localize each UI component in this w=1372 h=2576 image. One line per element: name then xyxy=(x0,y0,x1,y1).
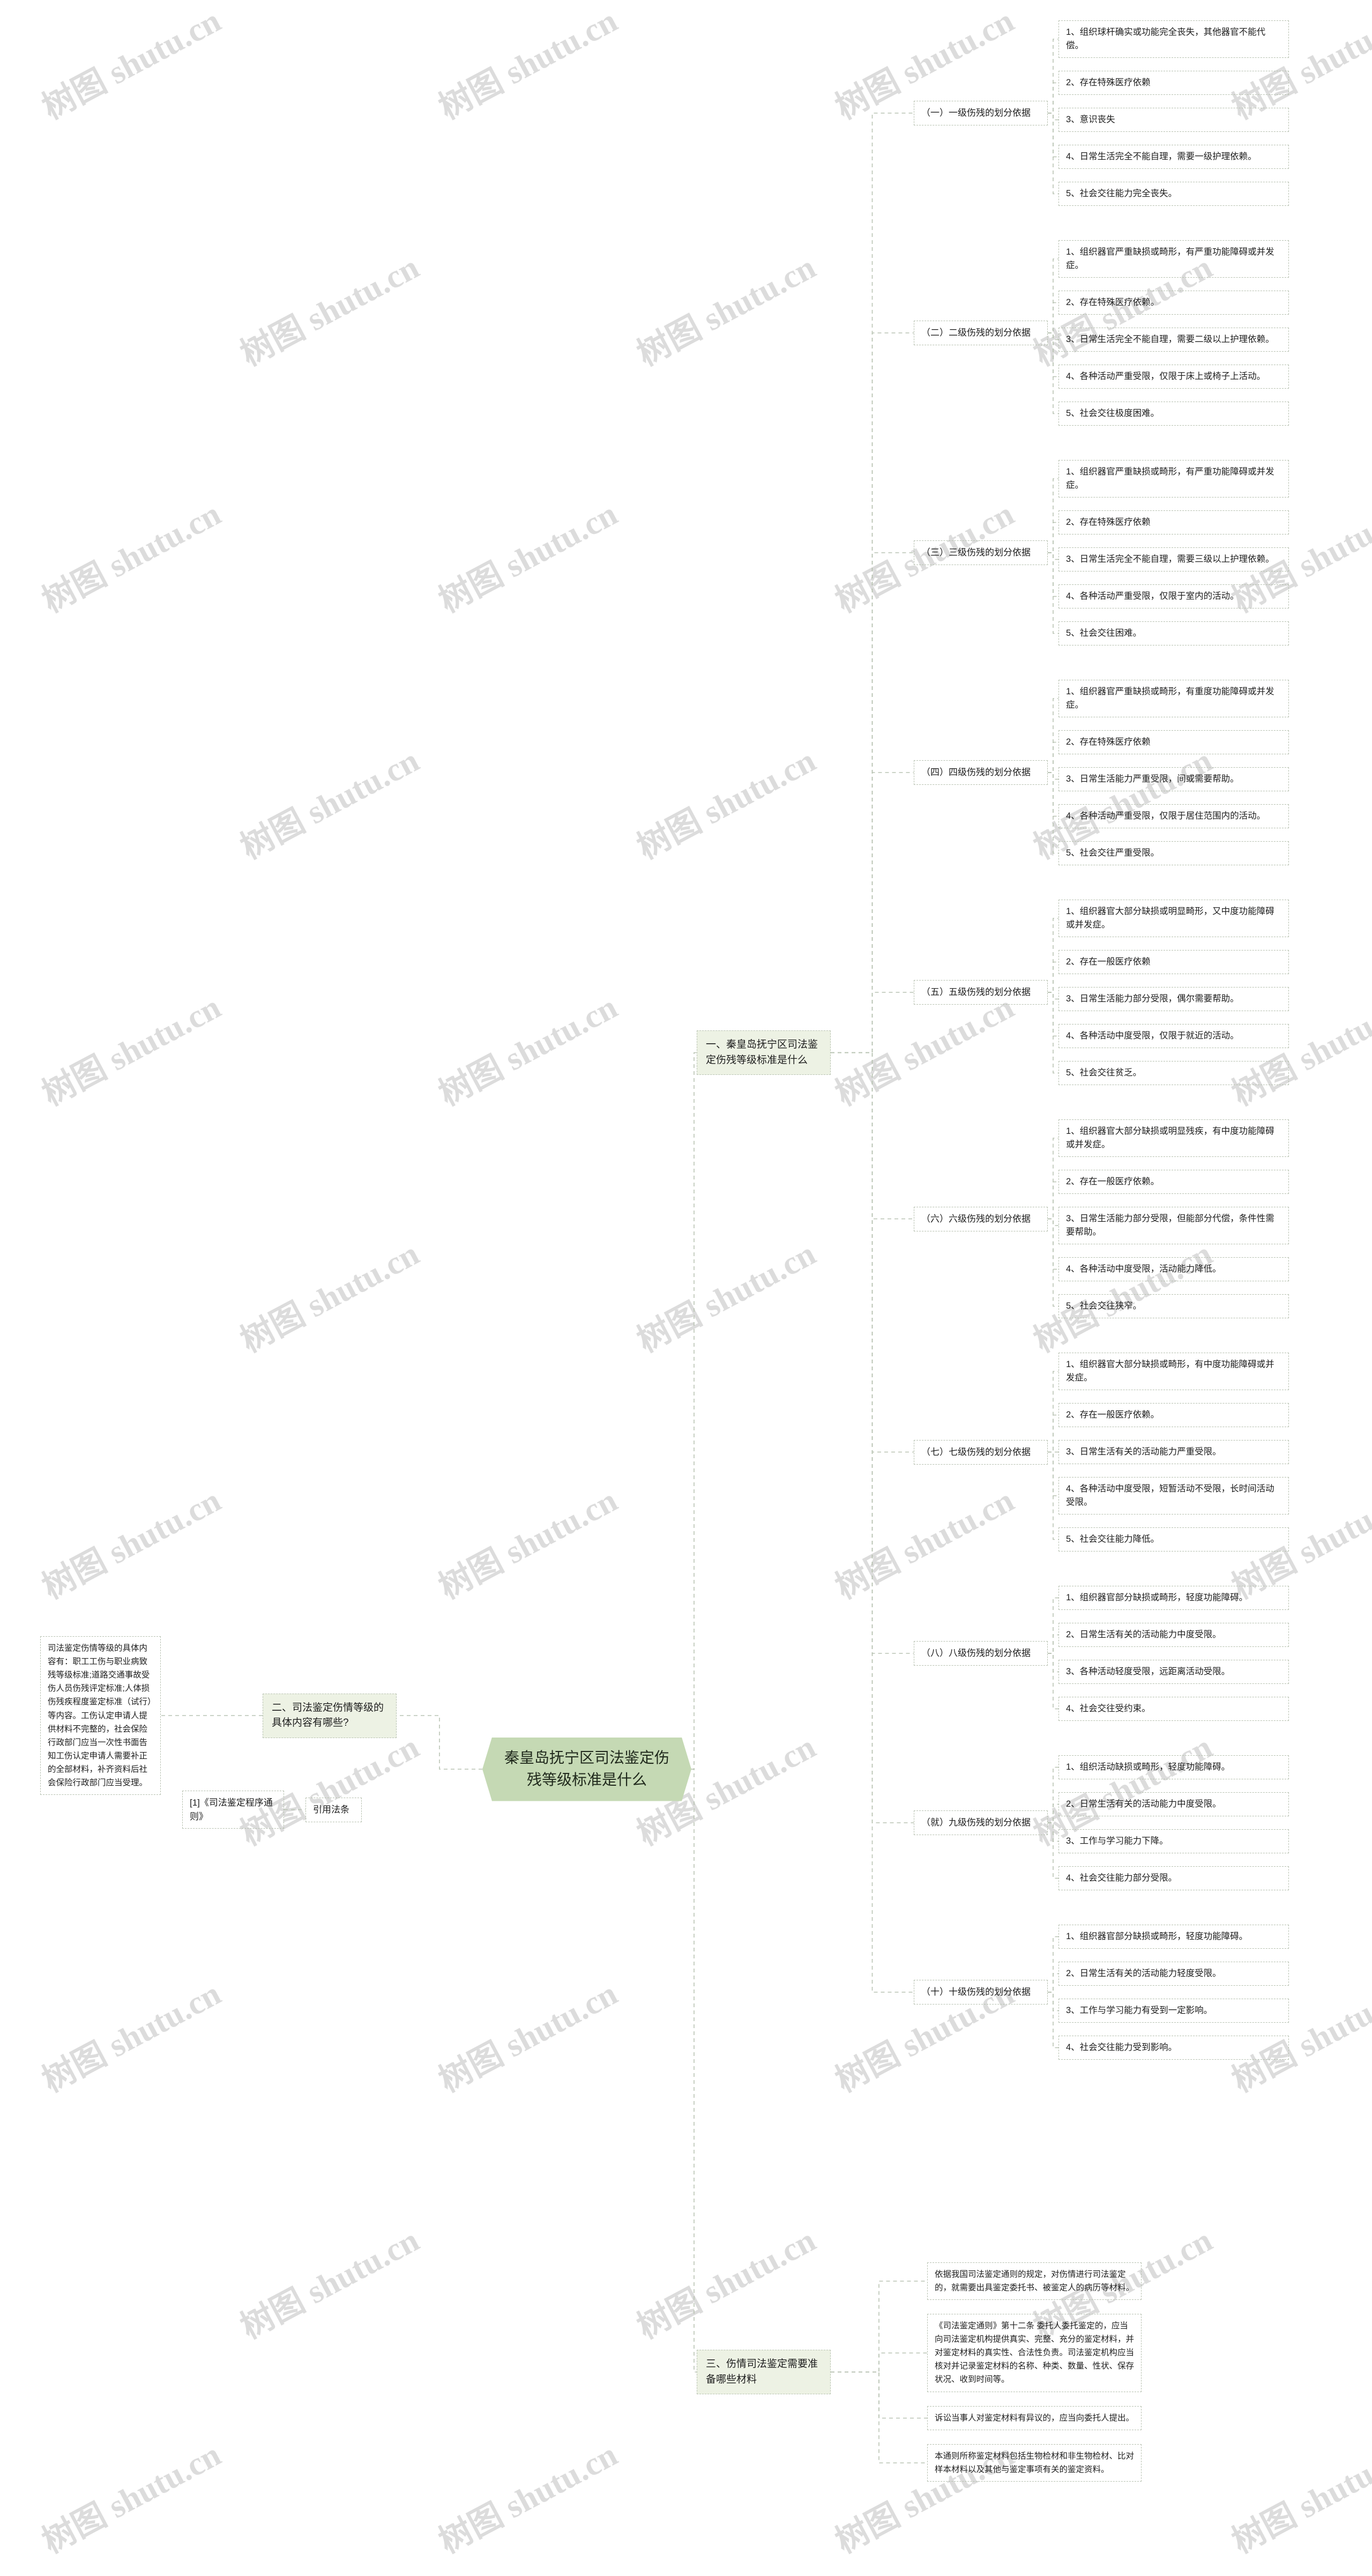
leaf-node[interactable]: 4、社会交往受约束。 xyxy=(1058,1697,1289,1721)
leaf-node[interactable]: 2、日常生活有关的活动能力轻度受限。 xyxy=(1058,1962,1289,1986)
material-node[interactable]: 诉讼当事人对鉴定材料有异议的，应当向委托人提出。 xyxy=(927,2406,1142,2430)
leaf-node[interactable]: 2、存在一般医疗依赖 xyxy=(1058,950,1289,974)
leaf-node[interactable]: 4、各种活动严重受限，仅限于床上或椅子上活动。 xyxy=(1058,365,1289,389)
group-node[interactable]: （十）十级伤残的划分依据 xyxy=(914,1980,1048,2005)
leaf-node[interactable]: 1、组织器官部分缺损或畸形，轻度功能障碍。 xyxy=(1058,1925,1289,1949)
leaf-node[interactable]: 4、日常生活完全不能自理，需要一级护理依赖。 xyxy=(1058,145,1289,169)
leaf-node[interactable]: 3、各种活动轻度受限，远距离活动受限。 xyxy=(1058,1660,1289,1684)
leaf-node[interactable]: 3、意识丧失 xyxy=(1058,108,1289,132)
leaf-node[interactable]: 4、各种活动中度受限，仅限于就近的活动。 xyxy=(1058,1024,1289,1048)
branch-node-3[interactable]: 三、伤情司法鉴定需要准备哪些材料 xyxy=(697,2350,831,2394)
leaf-node[interactable]: 2、存在一般医疗依赖。 xyxy=(1058,1170,1289,1194)
leaf-node[interactable]: 2、存在一般医疗依赖。 xyxy=(1058,1403,1289,1427)
group-node[interactable]: （三）三级伤残的划分依据 xyxy=(914,540,1048,565)
citation-node[interactable]: [1]《司法鉴定程序通则》 xyxy=(182,1791,284,1829)
branch-node-1[interactable]: 一、秦皇岛抚宁区司法鉴定伤残等级标准是什么 xyxy=(697,1030,831,1075)
material-node[interactable]: 《司法鉴定通则》第十二条 委托人委托鉴定的，应当向司法鉴定机构提供真实、完整、充… xyxy=(927,2314,1142,2392)
leaf-node[interactable]: 1、组织球杆确实或功能完全丧失，其他器官不能代偿。 xyxy=(1058,20,1289,58)
leaf-node[interactable]: 1、组织器官大部分缺损或明显残疾，有中度功能障碍或并发症。 xyxy=(1058,1119,1289,1157)
leaf-node[interactable]: 1、组织器官大部分缺损或畸形，有中度功能障碍或并发症。 xyxy=(1058,1353,1289,1390)
group-node[interactable]: （四）四级伤残的划分依据 xyxy=(914,760,1048,785)
leaf-node[interactable]: 5、社会交往能力降低。 xyxy=(1058,1527,1289,1551)
leaf-node[interactable]: 1、组织器官严重缺损或畸形，有重度功能障碍或并发症。 xyxy=(1058,680,1289,717)
leaf-node[interactable]: 4、各种活动严重受限，仅限于室内的活动。 xyxy=(1058,584,1289,608)
group-node[interactable]: （二）二级伤残的划分依据 xyxy=(914,321,1048,345)
leaf-node[interactable]: 1、组织器官部分缺损或畸形，轻度功能障碍。 xyxy=(1058,1586,1289,1610)
leaf-node[interactable]: 2、存在特殊医疗依赖 xyxy=(1058,71,1289,95)
group-node[interactable]: （八）八级伤残的划分依据 xyxy=(914,1641,1048,1666)
leaf-node[interactable]: 5、社会交往严重受限。 xyxy=(1058,841,1289,865)
leaf-node[interactable]: 4、社会交往能力部分受限。 xyxy=(1058,1866,1289,1890)
group-node[interactable]: （就）九级伤残的划分依据 xyxy=(914,1810,1048,1835)
leaf-node[interactable]: 5、社会交往能力完全丧失。 xyxy=(1058,182,1289,206)
leaf-node[interactable]: 4、社会交往能力受到影响。 xyxy=(1058,2036,1289,2060)
leaf-node[interactable]: 2、日常生活有关的活动能力中度受限。 xyxy=(1058,1792,1289,1816)
leaf-node[interactable]: 2、存在特殊医疗依赖 xyxy=(1058,510,1289,534)
leaf-node[interactable]: 3、日常生活能力严重受限，间或需要帮助。 xyxy=(1058,767,1289,791)
group-node[interactable]: （五）五级伤残的划分依据 xyxy=(914,980,1048,1005)
leaf-node[interactable]: 1、组织器官大部分缺损或明显畸形，又中度功能障碍或并发症。 xyxy=(1058,900,1289,937)
leaf-node[interactable]: 4、各种活动严重受限，仅限于居住范围内的活动。 xyxy=(1058,804,1289,828)
leaf-node[interactable]: 3、日常生活有关的活动能力严重受限。 xyxy=(1058,1440,1289,1464)
material-node[interactable]: 依据我国司法鉴定通则的规定，对伤情进行司法鉴定的，就需要出具鉴定委托书、被鉴定人… xyxy=(927,2262,1142,2300)
leaf-node[interactable]: 5、社会交往困难。 xyxy=(1058,621,1289,645)
root-node[interactable]: 秦皇岛抚宁区司法鉴定伤残等级标准是什么 xyxy=(482,1738,691,1801)
leaf-node[interactable]: 4、各种活动中度受限，短暂活动不受限，长时间活动受限。 xyxy=(1058,1477,1289,1515)
branch-node-2[interactable]: 二、司法鉴定伤情等级的具体内容有哪些? xyxy=(263,1693,397,1738)
leaf-node[interactable]: 1、组织器官严重缺损或畸形，有严重功能障碍或并发症。 xyxy=(1058,460,1289,498)
leaf-node[interactable]: 3、工作与学习能力下降。 xyxy=(1058,1829,1289,1853)
leaf-node[interactable]: 2、日常生活有关的活动能力中度受限。 xyxy=(1058,1623,1289,1647)
leaf-node[interactable]: 5、社会交往极度困难。 xyxy=(1058,402,1289,426)
leaf-node[interactable]: 2、存在特殊医疗依赖。 xyxy=(1058,291,1289,315)
leaf-node[interactable]: 5、社会交往贫乏。 xyxy=(1058,1061,1289,1085)
group-node[interactable]: （一）一级伤残的划分依据 xyxy=(914,101,1048,125)
material-node[interactable]: 本通则所称鉴定材料包括生物检材和非生物检材、比对样本材料以及其他与鉴定事项有关的… xyxy=(927,2444,1142,2482)
leaf-node[interactable]: 3、工作与学习能力有受到一定影响。 xyxy=(1058,1999,1289,2023)
leaf-node[interactable]: 1、组织活动缺损或畸形，轻度功能障碍。 xyxy=(1058,1755,1289,1779)
leaf-node[interactable]: 3、日常生活完全不能自理，需要二级以上护理依赖。 xyxy=(1058,328,1289,352)
leaf-node[interactable]: 5、社会交往狭窄。 xyxy=(1058,1294,1289,1318)
leaf-node[interactable]: 2、存在特殊医疗依赖 xyxy=(1058,730,1289,754)
group-node[interactable]: （七）七级伤残的划分依据 xyxy=(914,1439,1048,1465)
left-detail-paragraph[interactable]: 司法鉴定伤情等级的具体内容有：职工工伤与职业病致残等级标准;道路交通事故受伤人员… xyxy=(40,1636,161,1795)
leaf-node[interactable]: 4、各种活动中度受限，活动能力降低。 xyxy=(1058,1257,1289,1281)
mindmap-canvas[interactable]: 1、组织球杆确实或功能完全丧失，其他器官不能代偿。 2、存在特殊医疗依赖 3、意识丧… xyxy=(0,0,1372,2576)
group-node[interactable]: （六）六级伤残的划分依据 xyxy=(914,1206,1048,1231)
citation-label-node[interactable]: 引用法条 xyxy=(305,1797,362,1822)
leaf-node[interactable]: 3、日常生活能力部分受限，但能部分代偿，条件性需要帮助。 xyxy=(1058,1207,1289,1244)
leaf-node[interactable]: 3、日常生活完全不能自理，需要三级以上护理依赖。 xyxy=(1058,547,1289,571)
leaf-node[interactable]: 1、组织器官严重缺损或畸形，有严重功能障碍或并发症。 xyxy=(1058,240,1289,278)
leaf-node[interactable]: 3、日常生活能力部分受限，偶尔需要帮助。 xyxy=(1058,987,1289,1011)
